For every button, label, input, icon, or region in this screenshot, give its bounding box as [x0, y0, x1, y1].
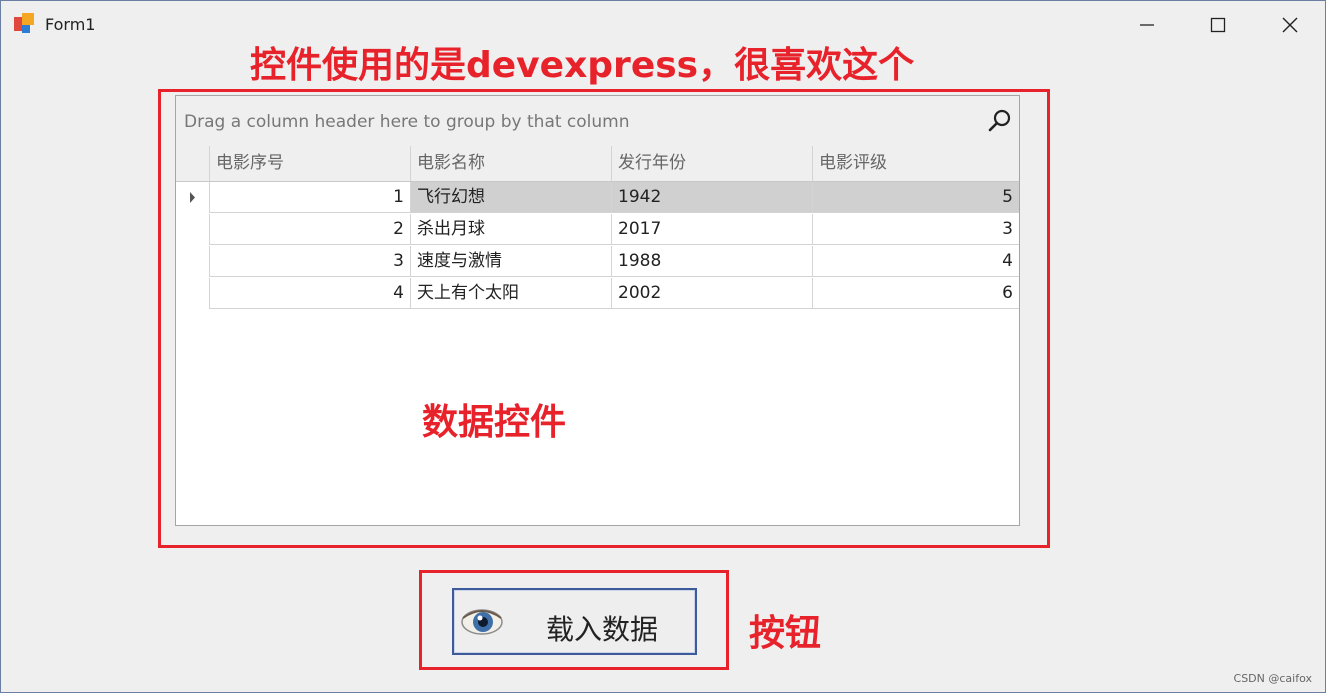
cell-year[interactable]: 1942: [611, 182, 812, 213]
cell-id[interactable]: 4: [209, 278, 410, 309]
column-header-rating[interactable]: 电影评级: [812, 146, 1019, 181]
search-icon: [988, 109, 1011, 132]
group-panel[interactable]: Drag a column header here to group by th…: [176, 96, 1019, 147]
annotation-grid-label: 数据控件: [422, 402, 567, 443]
cell-id[interactable]: 1: [209, 182, 410, 213]
close-icon: [1282, 17, 1298, 33]
column-header-id[interactable]: 电影序号: [209, 146, 410, 181]
annotation-top: 控件使用的是devexpress，很喜欢这个: [250, 45, 915, 86]
load-data-button[interactable]: 载入数据: [452, 588, 697, 655]
table-row[interactable]: 1 飞行幻想 1942 5: [176, 182, 1019, 213]
cell-rating[interactable]: 6: [812, 278, 1019, 309]
window-title: Form1: [45, 15, 96, 34]
cell-rating[interactable]: 4: [812, 246, 1019, 277]
grid-header-row: 电影序号 电影名称 发行年份 电影评级: [176, 146, 1019, 182]
table-row[interactable]: 4 天上有个太阳 2002 6: [176, 278, 1019, 309]
maximize-button[interactable]: [1190, 7, 1246, 43]
load-data-button-label: 载入数据: [546, 613, 659, 646]
minimize-button[interactable]: [1119, 7, 1175, 43]
maximize-icon: [1210, 17, 1226, 33]
header-indicator-cell: [176, 146, 209, 181]
cell-name[interactable]: 天上有个太阳: [410, 278, 611, 309]
annotation-button-label: 按钮: [749, 613, 822, 654]
cell-year[interactable]: 2002: [611, 278, 812, 309]
cell-id[interactable]: 3: [209, 246, 410, 277]
cell-name[interactable]: 速度与激情: [410, 246, 611, 277]
cell-name[interactable]: 杀出月球: [410, 214, 611, 245]
column-header-name[interactable]: 电影名称: [410, 146, 611, 181]
cell-name[interactable]: 飞行幻想: [410, 182, 611, 213]
cell-rating[interactable]: 3: [812, 214, 1019, 245]
minimize-icon: [1140, 24, 1154, 26]
table-row[interactable]: 2 杀出月球 2017 3: [176, 214, 1019, 245]
column-header-year[interactable]: 发行年份: [611, 146, 812, 181]
cell-id[interactable]: 2: [209, 214, 410, 245]
watermark: CSDN @caifox: [1233, 672, 1312, 685]
table-row[interactable]: 3 速度与激情 1988 4: [176, 246, 1019, 277]
cell-year[interactable]: 2017: [611, 214, 812, 245]
row-pointer-icon: [190, 192, 195, 203]
search-button[interactable]: [987, 108, 1013, 134]
data-grid[interactable]: Drag a column header here to group by th…: [175, 95, 1020, 526]
eye-icon: [461, 609, 503, 635]
cell-rating[interactable]: 5: [812, 182, 1019, 213]
group-panel-text: Drag a column header here to group by th…: [184, 112, 630, 132]
app-icon: [14, 13, 38, 37]
cell-year[interactable]: 1988: [611, 246, 812, 277]
row-indicator: [176, 182, 209, 213]
close-button[interactable]: [1262, 7, 1318, 43]
